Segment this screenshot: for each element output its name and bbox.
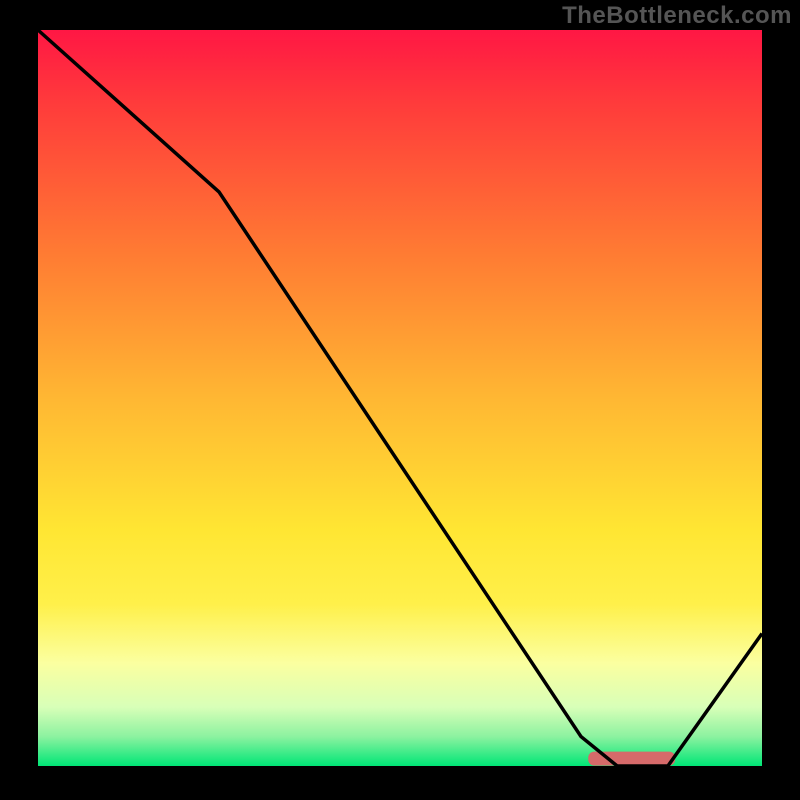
chart-frame: TheBottleneck.com [0, 0, 800, 800]
watermark-text: TheBottleneck.com [562, 2, 792, 30]
bottleneck-chart [0, 0, 800, 800]
plot-background [38, 30, 762, 766]
